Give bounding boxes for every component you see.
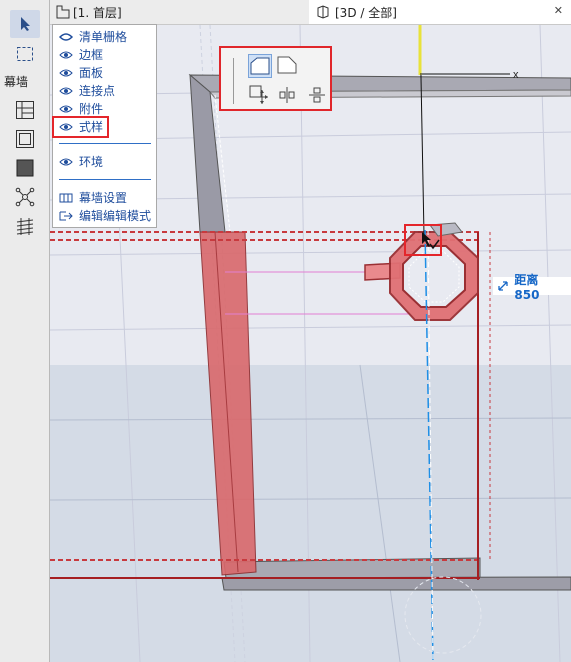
eye-icon (58, 31, 74, 41)
eye-icon (59, 103, 73, 113)
distance-arrow-icon (498, 281, 508, 291)
tab-bar: [1. 首层] [3D / 全部] ✕ (50, 0, 571, 25)
menu-divider (59, 143, 151, 144)
palette-divider (233, 58, 234, 104)
menu-item-label: 面板 (79, 65, 104, 80)
menu-item-panel[interactable]: 面板 (59, 64, 103, 80)
menu-item-label: 幕墙设置 (79, 190, 128, 205)
menu-divider (59, 179, 151, 180)
pet-button-chamfer[interactable] (276, 54, 298, 76)
menu-item-environment[interactable]: 环境 (59, 153, 103, 169)
edit-mode-icon (59, 210, 73, 221)
tab-3d-label: [3D / 全部] (335, 5, 397, 20)
settings-grid-icon (59, 192, 73, 203)
eye-icon (59, 67, 73, 77)
tab-floor-plan-label: [1. 首层] (73, 5, 122, 20)
x-axis-label: x (513, 69, 519, 81)
panel-tool-icon[interactable] (10, 154, 40, 182)
tab-3d[interactable]: [3D / 全部] ✕ (309, 0, 571, 24)
menu-item-frame[interactable]: 边框 (59, 46, 103, 62)
section-label: 幕墙 (4, 75, 29, 89)
menu-item-label: 附件 (79, 101, 104, 116)
pet-button-offset[interactable] (306, 84, 328, 106)
frame-tool-icon[interactable] (10, 125, 40, 153)
close-icon[interactable]: ✕ (554, 4, 563, 17)
accessory-tool-icon[interactable] (10, 212, 40, 240)
menu-item-curtain-wall-settings[interactable]: 幕墙设置 (59, 189, 127, 205)
eye-icon (59, 49, 73, 59)
menu-item-junction[interactable]: 连接点 (59, 82, 115, 98)
menu-item-label: 边框 (79, 47, 104, 62)
menu-item-accessory[interactable]: 附件 (59, 100, 103, 116)
distance-value: 距离 850 (514, 272, 540, 302)
pet-button-split[interactable] (276, 84, 298, 106)
pattern-highlight (52, 116, 109, 138)
pet-button-profile[interactable] (248, 54, 272, 78)
cube-3d-icon (317, 5, 329, 19)
toolbox: 幕墙 (0, 0, 50, 662)
menu-item-label: 连接点 (79, 83, 116, 98)
menu-item-label: 编辑编辑模式 (79, 208, 152, 223)
menu-item-label: 环境 (79, 154, 104, 169)
menu-item-scheme-grid[interactable]: 清单栅格 (58, 28, 128, 44)
distance-tooltip: 距离 850 (493, 273, 571, 302)
junction-tool-icon[interactable] (10, 183, 40, 211)
pet-button-move[interactable] (248, 84, 270, 106)
curtain-wall-scheme-icon[interactable] (10, 96, 40, 124)
floor-plan-icon (56, 5, 70, 19)
marquee-icon[interactable] (10, 40, 40, 68)
menu-item-label: 清单栅格 (79, 29, 128, 44)
pet-palette (219, 46, 332, 111)
eye-icon (59, 85, 73, 95)
tab-floor-plan[interactable]: [1. 首层] (56, 0, 306, 24)
menu-item-edit-mode[interactable]: 编辑编辑模式 (59, 207, 151, 223)
eye-icon (59, 156, 73, 166)
arrow-select-icon[interactable] (10, 10, 40, 38)
